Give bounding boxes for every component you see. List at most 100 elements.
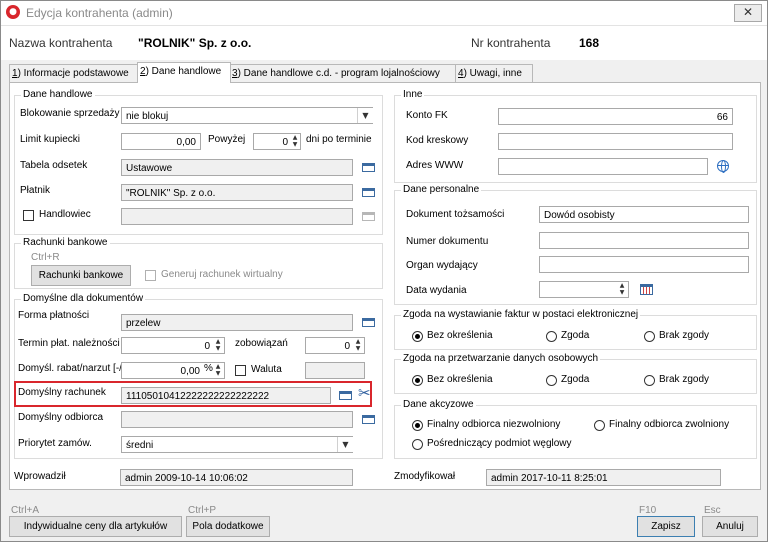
data-input[interactable] — [539, 281, 629, 298]
tab-dane-handlowe-cd[interactable]: 3) Dane handlowe c.d. - program lojalnoś… — [229, 64, 457, 82]
tab-panel: Dane handlowe Blokowanie sprzedaży nie b… — [9, 82, 761, 490]
radio-finalny-zwolniony[interactable] — [594, 420, 605, 431]
priorytet-select[interactable]: średni — [121, 436, 353, 453]
kod-input[interactable] — [498, 133, 733, 150]
dokument-label: Dokument tożsamości — [406, 209, 505, 220]
generuj-label: Generuj rachunek wirtualny — [161, 269, 283, 280]
group-zgoda-dane: Zgoda na przetwarzanie danych osobowych … — [394, 353, 757, 394]
numer-label: Numer dokumentu — [406, 236, 489, 247]
calendar-icon[interactable] — [640, 284, 653, 295]
radio-finalny-niezwolniony[interactable] — [412, 420, 423, 431]
rachunki-shortcut: Ctrl+R — [31, 252, 60, 263]
waluta-label: Waluta — [251, 364, 282, 375]
spinner-arrows-icon[interactable]: ▲ ▼ — [213, 363, 223, 377]
wprowadzil-label: Wprowadził — [14, 471, 66, 482]
group-title: Inne — [401, 89, 425, 100]
radio-label: Bez określenia — [427, 330, 493, 341]
odbiorca-input[interactable] — [121, 411, 353, 428]
data-label: Data wydania — [406, 285, 467, 296]
tabela-label: Tabela odsetek — [20, 160, 88, 171]
zmodyfikowal-value: admin 2017-10-11 8:25:01 — [486, 469, 721, 486]
organ-label: Organ wydający — [406, 260, 478, 271]
blokowanie-select[interactable]: nie blokuj — [121, 107, 373, 124]
folder-icon[interactable] — [362, 163, 375, 172]
radio-zgoda[interactable] — [546, 375, 557, 386]
www-label: Adres WWW — [406, 160, 464, 171]
zmodyfikowal-label: Zmodyfikował — [394, 471, 456, 482]
tabela-input[interactable]: Ustawowe — [121, 159, 353, 176]
radio-posredniczacy[interactable] — [412, 439, 423, 450]
rachunki-bankowe-button[interactable]: Rachunki bankowe — [31, 265, 131, 286]
handlowiec-input[interactable] — [121, 208, 353, 225]
spinner-arrows-icon[interactable]: ▲ ▼ — [617, 282, 627, 296]
group-title: Dane handlowe — [21, 89, 95, 100]
zapisz-button[interactable]: Zapisz — [637, 516, 695, 537]
spinner-arrows-icon[interactable]: ▲ ▼ — [353, 338, 363, 352]
anuluj-button[interactable]: Anuluj — [702, 516, 758, 537]
forma-input[interactable]: przelew — [121, 314, 353, 331]
highlight-frame — [14, 381, 372, 407]
contractor-name-value: "ROLNIK" Sp. z o.o. — [138, 36, 252, 50]
header: Nazwa kontrahenta "ROLNIK" Sp. z o.o. Nr… — [1, 26, 767, 60]
group-title: Dane akcyzowe — [401, 399, 476, 410]
konto-label: Konto FK — [406, 110, 448, 121]
folder-icon[interactable] — [362, 318, 375, 327]
waluta-input[interactable] — [305, 362, 365, 379]
waluta-checkbox[interactable] — [235, 365, 246, 376]
group-title: Rachunki bankowe — [21, 237, 110, 248]
radio-bez-okreslenia[interactable] — [412, 331, 423, 342]
handlowiec-label: Handlowiec — [39, 209, 91, 220]
window-title: Edycja kontrahenta (admin) — [26, 6, 173, 20]
konto-input[interactable]: 66 — [498, 108, 733, 125]
radio-brak-zgody[interactable] — [644, 331, 655, 342]
group-dane-handlowe: Dane handlowe Blokowanie sprzedaży nie b… — [14, 89, 383, 235]
group-title: Dane personalne — [401, 184, 482, 195]
close-button[interactable]: ✕ — [734, 4, 762, 22]
globe-icon[interactable] — [717, 160, 729, 173]
contractor-number-label: Nr kontrahenta — [471, 36, 551, 50]
priorytet-label: Priorytet zamów. — [18, 438, 92, 449]
group-domyslne: Domyślne dla dokumentów Forma płatności … — [14, 293, 383, 459]
www-input[interactable] — [498, 158, 708, 175]
radio-brak-zgody[interactable] — [644, 375, 655, 386]
group-title: Zgoda na wystawianie faktur w postaci el… — [401, 309, 641, 320]
radio-zgoda[interactable] — [546, 331, 557, 342]
group-inne: Inne Konto FK 66 Kod kreskowy Adres WWW — [394, 89, 757, 183]
zapisz-shortcut: F10 — [639, 505, 657, 516]
limit-input[interactable]: 0,00 — [121, 133, 201, 150]
termin-label: Termin płat. należności — [18, 338, 120, 349]
spinner-arrows-icon[interactable]: ▲ ▼ — [290, 134, 300, 148]
radio-label: Brak zgody — [659, 330, 710, 341]
dokument-input[interactable]: Dowód osobisty — [539, 206, 749, 223]
radio-label: Pośredniczący podmiot węglowy — [427, 438, 572, 449]
group-title: Domyślne dla dokumentów — [21, 293, 146, 304]
generuj-checkbox[interactable] — [145, 270, 156, 281]
folder-icon[interactable] — [362, 188, 375, 197]
dni-label: dni po terminie — [306, 134, 372, 145]
termin-input[interactable]: 0 — [121, 337, 225, 354]
platnik-label: Płatnik — [20, 185, 51, 196]
chevron-down-icon[interactable]: ▼ — [337, 437, 353, 452]
organ-input[interactable] — [539, 256, 749, 273]
ceny-shortcut: Ctrl+A — [11, 505, 40, 516]
blokowanie-label: Blokowanie sprzedaży — [20, 108, 120, 119]
pola-dodatkowe-button[interactable]: Pola dodatkowe — [186, 516, 270, 537]
handlowiec-checkbox[interactable] — [23, 210, 34, 221]
forma-label: Forma płatności — [18, 310, 90, 321]
group-zgoda-faktur: Zgoda na wystawianie faktur w postaci el… — [394, 309, 757, 350]
radio-label: Zgoda — [561, 330, 590, 341]
platnik-input[interactable]: "ROLNIK" Sp. z o.o. — [121, 184, 353, 201]
tab-dane-handlowe[interactable]: 2) Dane handlowe — [137, 62, 231, 83]
spinner-arrows-icon[interactable]: ▲ ▼ — [213, 338, 223, 352]
radio-label: Brak zgody — [659, 374, 710, 385]
contractor-name-label: Nazwa kontrahenta — [9, 36, 113, 50]
numer-input[interactable] — [539, 232, 749, 249]
tab-informacje-podstawowe[interactable]: 1) Informacje podstawowe — [9, 64, 139, 82]
percent-sign: % — [204, 363, 213, 374]
radio-label: Finalny odbiorca zwolniony — [609, 419, 730, 430]
tab-uwagi-inne[interactable]: 4) Uwagi, inne — [455, 64, 533, 82]
folder-icon[interactable] — [362, 415, 375, 424]
radio-bez-okreslenia[interactable] — [412, 375, 423, 386]
indywidualne-ceny-button[interactable]: Indywidualne ceny dla artykułów — [9, 516, 182, 537]
chevron-down-icon[interactable]: ▼ — [357, 108, 373, 123]
